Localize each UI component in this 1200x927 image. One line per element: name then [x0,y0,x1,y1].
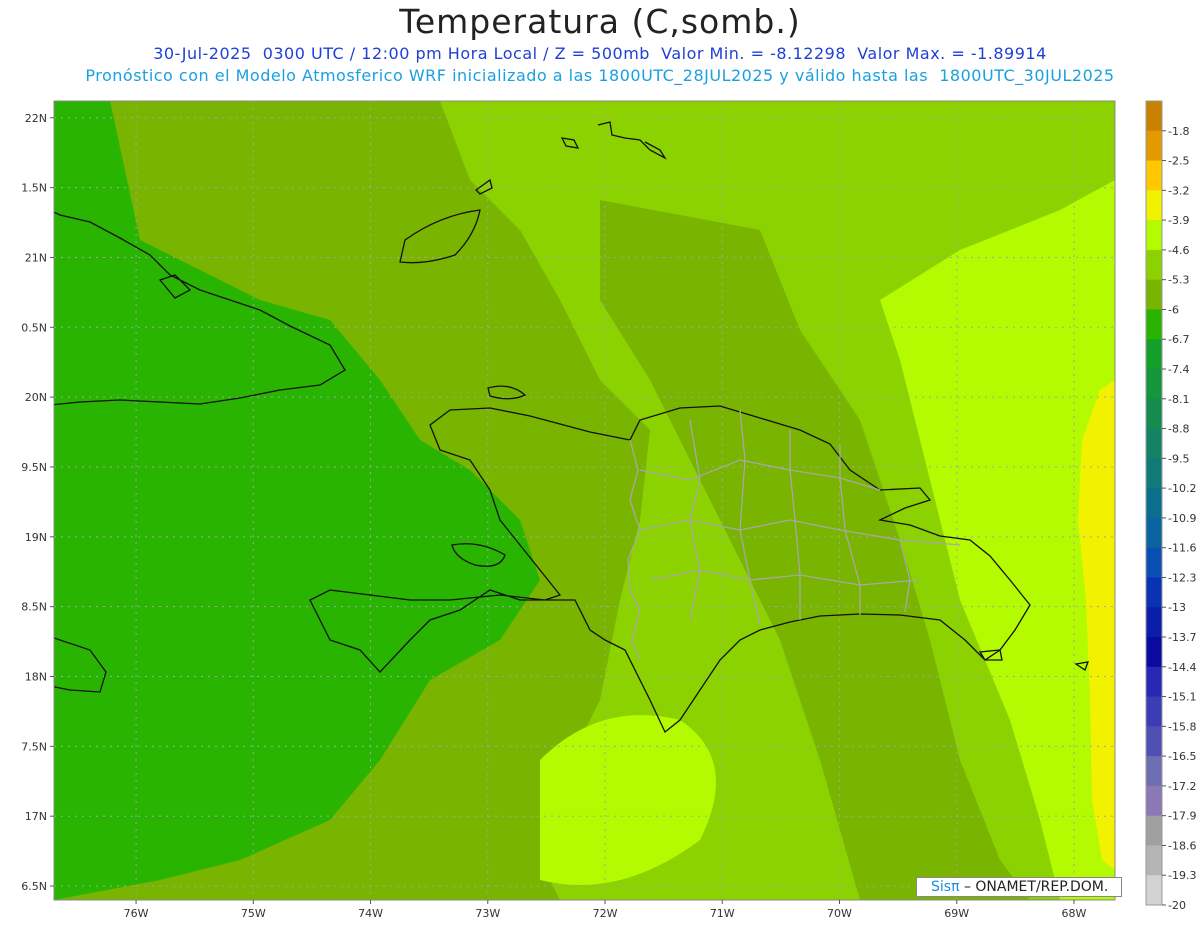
lon-label: 75W [241,907,266,920]
colorbar-swatch [1146,875,1162,906]
colorbar-swatch [1146,547,1162,578]
lon-label: 69W [944,907,969,920]
colorbar-swatch [1146,160,1162,191]
lon-label: 76W [124,907,149,920]
colorbar-swatch [1146,517,1162,549]
lon-label: 68W [1062,907,1087,920]
colorbar-label: -15.8 [1168,720,1196,733]
colorbar-swatch [1146,726,1162,757]
lon-label: 71W [710,907,735,920]
colorbar-label: -1.8 [1168,125,1189,138]
lon-label: 73W [475,907,500,920]
colorbar-swatch [1146,815,1162,846]
colorbar-label: -7.4 [1168,363,1189,376]
lat-label: 6.5N [21,880,47,893]
latitude-labels: 22N 1.5N 21N 0.5N 20N 9.5N 19N 8.5N 18N 7.5N 17N 6.… [21,112,54,893]
credit-box: Sisπ – ONAMET/REP.DOM. [916,877,1122,897]
colorbar-swatch [1146,220,1162,251]
colorbar-swatch [1146,577,1162,608]
colorbar-swatch [1146,696,1162,727]
credit-sis-logo: Sisπ [931,879,960,895]
lat-label: 9.5N [21,461,47,474]
colorbar-label: -4.6 [1168,244,1189,257]
longitude-labels: 76W 75W 74W 73W 72W 71W 70W 69W 68W [124,900,1087,920]
colorbar-swatch [1146,369,1162,400]
colorbar-label: -13 [1168,601,1186,614]
lat-label: 17N [25,810,47,823]
lon-label: 74W [358,907,383,920]
colorbar-swatch [1146,309,1162,340]
colorbar-label: -14.4 [1168,661,1196,674]
temperature-field [54,101,1115,900]
colorbar-label: -8.8 [1168,423,1189,436]
colorbar-label: -9.5 [1168,452,1189,465]
colorbar-label: -17.9 [1168,810,1196,823]
colorbar-swatch [1146,845,1162,876]
colorbar-swatch [1146,637,1162,668]
colorbar-swatch [1146,101,1162,132]
colorbar-swatch [1146,339,1162,370]
colorbar-swatch [1146,428,1162,459]
lat-label: 20N [25,391,47,404]
lat-label: 18N [25,671,47,684]
lon-label: 72W [593,907,618,920]
colorbar-label: -17.2 [1168,780,1196,793]
colorbar-swatch [1146,249,1162,281]
colorbar-swatch [1146,666,1162,698]
colorbar-label: -19.3 [1168,869,1196,882]
colorbar-swatch [1146,130,1162,162]
lat-label: 8.5N [21,601,47,614]
colorbar-label: -11.6 [1168,542,1196,555]
colorbar-swatch [1146,458,1162,489]
colorbar-label: -6 [1168,303,1179,316]
colorbar-label: -20 [1168,899,1186,912]
lat-label: 21N [25,251,47,264]
lat-label: 22N [25,112,47,125]
colorbar-label: -6.7 [1168,333,1189,346]
colorbar-label: -5.3 [1168,274,1189,287]
colorbar-swatch [1146,785,1162,817]
colorbar-label: -3.2 [1168,184,1189,197]
lat-label: 19N [25,531,47,544]
colorbar-label: -10.9 [1168,512,1196,525]
colorbar-swatch [1146,607,1162,638]
colorbar-swatch [1146,279,1162,310]
colorbar-label: -13.7 [1168,631,1196,644]
colorbar: -1.8 -2.5 -3.2 -3.9 -4.6 -5.3 -6 -6.7 -7.4 -8.1 -8… [1145,100,1196,912]
colorbar-label: -15.1 [1168,691,1196,704]
colorbar-swatch [1146,756,1162,787]
colorbar-label: -10.2 [1168,482,1196,495]
colorbar-swatch [1146,190,1162,221]
credit-text: – ONAMET/REP.DOM. [963,879,1109,895]
colorbar-label: -3.9 [1168,214,1189,227]
temperature-map: 22N 1.5N 21N 0.5N 20N 9.5N 19N 8.5N 18N 7.5N 17N 6.… [21,100,1196,920]
colorbar-swatch [1146,488,1162,519]
lat-label: 7.5N [21,740,47,753]
lat-label: 0.5N [21,321,47,334]
colorbar-label: -16.5 [1168,750,1196,763]
lat-label: 1.5N [21,182,47,195]
colorbar-swatch [1146,398,1162,430]
colorbar-label: -2.5 [1168,155,1189,168]
lon-label: 70W [827,907,852,920]
colorbar-label: -18.6 [1168,839,1196,852]
colorbar-label: -12.3 [1168,571,1196,584]
colorbar-label: -8.1 [1168,393,1189,406]
